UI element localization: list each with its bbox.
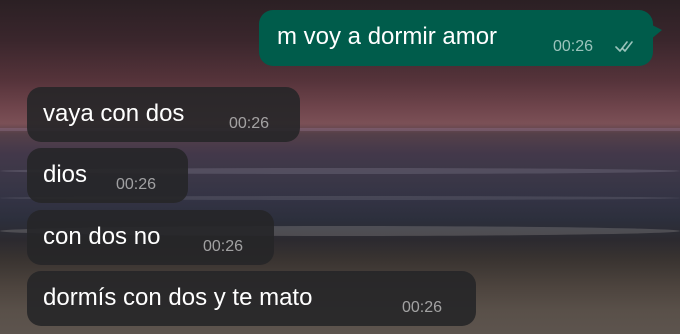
outgoing-message-bubble[interactable]: m voy a dormir amor 00:26 (259, 10, 662, 66)
double-check-icon (615, 41, 633, 52)
message-text: dormís con dos y te mato (43, 284, 313, 311)
incoming-message-bubble[interactable]: vaya con dos 00:26 (27, 87, 300, 142)
message-text: vaya con dos (43, 100, 185, 127)
message-timestamp: 00:26 (203, 238, 244, 255)
message-timestamp: 00:26 (402, 299, 443, 316)
message-timestamp: 00:26 (553, 38, 594, 55)
message-text: m voy a dormir amor (277, 23, 498, 50)
incoming-message-bubble[interactable]: dios 00:26 (27, 148, 188, 203)
message-timestamp: 00:26 (229, 115, 270, 132)
message-text: dios (43, 161, 88, 188)
message-timestamp: 00:26 (116, 176, 157, 193)
incoming-message-bubble[interactable]: con dos no 00:26 (27, 210, 274, 265)
incoming-message-bubble[interactable]: dormís con dos y te mato 00:26 (27, 271, 476, 326)
message-text: con dos no (43, 223, 161, 250)
